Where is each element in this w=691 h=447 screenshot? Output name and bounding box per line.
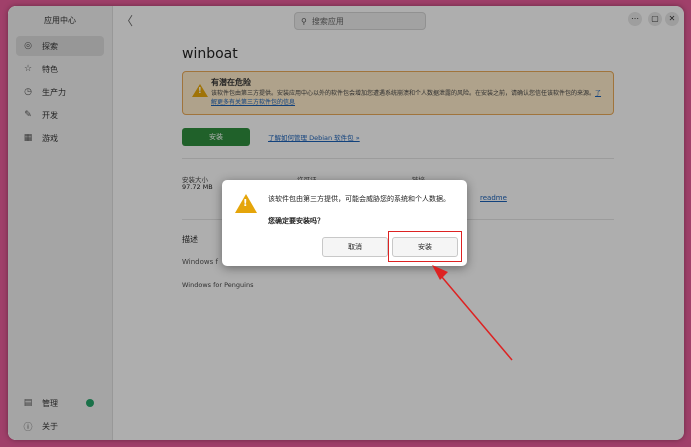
annotation-arrow <box>432 265 513 361</box>
arrow-shaft <box>435 269 513 361</box>
arrow-head <box>432 265 448 280</box>
